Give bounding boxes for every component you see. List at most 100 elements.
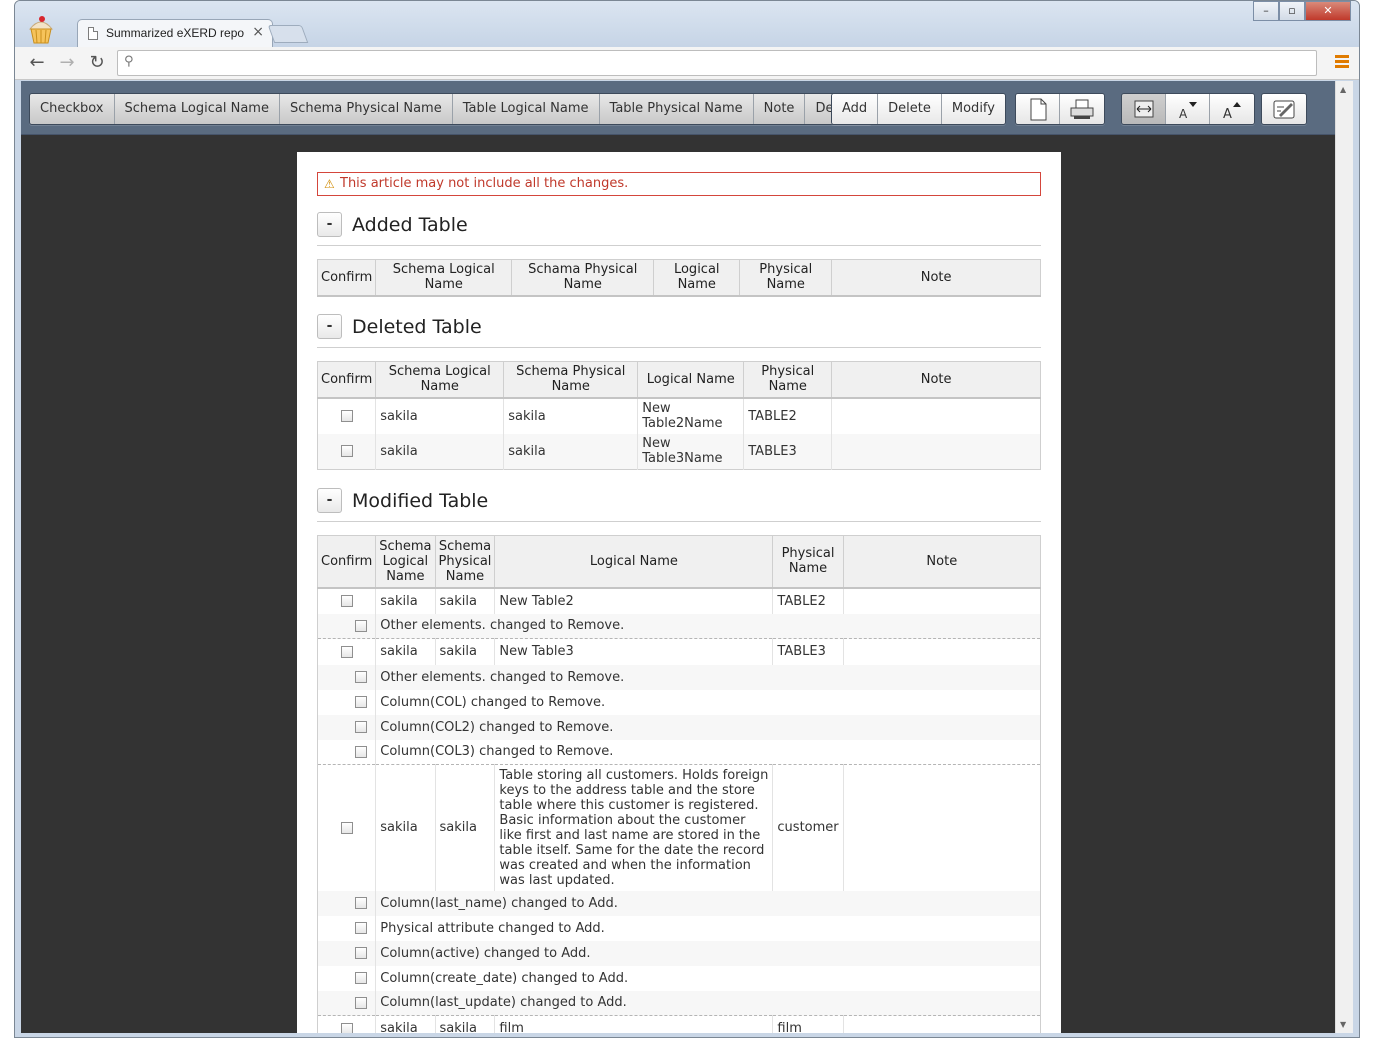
confirm-checkbox[interactable]: [340, 445, 353, 458]
minimize-button[interactable]: –: [1253, 1, 1279, 21]
schema-logical-cell: sakila: [375, 764, 436, 891]
schema-physical-name-button[interactable]: Schema Physical Name: [279, 94, 453, 124]
note-cell: [843, 764, 1041, 891]
note-button[interactable]: Note: [753, 94, 806, 124]
physical-name-cell: TABLE3: [743, 433, 833, 470]
note-cell: [832, 398, 1041, 434]
svg-text:A: A: [1179, 107, 1188, 121]
forward-icon[interactable]: →: [55, 52, 79, 74]
menu-icon[interactable]: [1335, 55, 1349, 69]
physical-name-cell: film: [772, 1015, 844, 1033]
fit-width-button[interactable]: [1122, 94, 1166, 124]
edit-icon: [1273, 100, 1295, 119]
table-logical-name-button[interactable]: Table Logical Name: [452, 94, 600, 124]
change-text: Column(create_date) changed to Add.: [380, 970, 629, 986]
change-text: Physical attribute changed to Add.: [380, 920, 605, 936]
change-text: Column(COL3) changed to Remove.: [380, 744, 614, 760]
tab-active[interactable]: Summarized eXERD repo ×: [77, 19, 273, 47]
tab-close-icon[interactable]: ×: [252, 24, 264, 40]
modified-table-grid: Confirm Schema Logical Name Schema Physi…: [316, 535, 1042, 1033]
font-decrease-button[interactable]: A: [1166, 94, 1210, 124]
font-increase-button[interactable]: A: [1210, 94, 1254, 124]
schema-logical-cell: sakila: [375, 638, 436, 665]
change-row: Physical attribute changed to Add.: [317, 915, 1041, 941]
added-table-title: Added Table: [352, 214, 468, 236]
edit-button[interactable]: [1262, 94, 1306, 124]
change-checkbox[interactable]: [355, 619, 368, 632]
page-viewport: Checkbox Schema Logical Name Schema Phys…: [21, 81, 1335, 1033]
change-row: Other elements. changed to Remove.: [317, 613, 1041, 639]
header-logical-name: Logical Name: [637, 361, 745, 399]
vertical-scrollbar[interactable]: ▲ ▼: [1335, 81, 1353, 1033]
added-table-toggle[interactable]: -: [317, 212, 342, 237]
change-checkbox[interactable]: [355, 897, 368, 909]
deleted-table-title: Deleted Table: [352, 316, 482, 338]
back-icon[interactable]: ←: [25, 52, 49, 74]
change-checkbox[interactable]: [355, 721, 368, 733]
change-text: Column(COL) changed to Remove.: [380, 694, 606, 710]
table-row: sakila sakila New Table2 TABLE2: [317, 587, 1041, 614]
schema-logical-cell: sakila: [375, 1015, 436, 1033]
change-text: Column(active) changed to Add.: [375, 940, 1041, 966]
schema-physical-cell: sakila: [503, 433, 639, 470]
address-input[interactable]: [142, 53, 1302, 73]
change-checkbox[interactable]: [355, 671, 368, 683]
svg-text:A: A: [1223, 107, 1232, 122]
modify-filter-button[interactable]: Modify: [941, 94, 1005, 124]
change-checkbox[interactable]: [355, 972, 368, 984]
schema-logical-name-button[interactable]: Schema Logical Name: [114, 94, 280, 124]
change-text: Other elements. changed to Remove.: [375, 613, 1041, 639]
modified-table-toggle[interactable]: -: [317, 488, 342, 513]
delete-filter-button[interactable]: Delete: [878, 94, 942, 124]
print-button[interactable]: [1060, 94, 1104, 124]
physical-name-cell: customer: [772, 764, 844, 891]
confirm-checkbox[interactable]: [340, 1022, 353, 1033]
change-text: Column(last_update) changed to Add.: [375, 990, 1041, 1016]
new-page-button[interactable]: [1016, 94, 1060, 124]
change-checkbox[interactable]: [355, 996, 368, 1009]
change-checkbox[interactable]: [355, 745, 368, 758]
document-buttons: [1015, 93, 1105, 125]
new-tab-button[interactable]: [267, 25, 309, 43]
note-cell: [843, 638, 1041, 665]
change-row: Column(last_name) changed to Add.: [317, 890, 1041, 916]
header-confirm: Confirm: [316, 535, 377, 589]
address-bar[interactable]: ⚲: [117, 50, 1317, 76]
cupcake-logo-icon: [28, 16, 54, 44]
checkbox-button[interactable]: Checkbox: [30, 94, 115, 124]
browser-window: Summarized eXERD repo × – ▫ ✕ ← → ↻ ⚲ Ch…: [14, 0, 1360, 1038]
confirm-checkbox[interactable]: [340, 595, 353, 607]
added-table-grid: Confirm Schema Logical Name Schama Physi…: [316, 259, 1041, 297]
confirm-checkbox[interactable]: [340, 645, 353, 658]
header-schema-physical-name: Schama Physical Name: [511, 259, 655, 297]
deleted-table-toggle[interactable]: -: [317, 314, 342, 339]
restore-button[interactable]: ▫: [1279, 1, 1305, 21]
scroll-down-icon[interactable]: ▼: [1340, 1020, 1346, 1029]
scroll-up-icon[interactable]: ▲: [1340, 85, 1346, 94]
close-window-button[interactable]: ✕: [1305, 1, 1351, 21]
new-page-icon: [1030, 98, 1047, 121]
change-checkbox[interactable]: [355, 922, 368, 934]
report-toolbar: Checkbox Schema Logical Name Schema Phys…: [21, 81, 1335, 135]
logical-name-cell: Table storing all customers. Holds forei…: [494, 764, 774, 891]
change-row: Column(COL2) changed to Remove.: [317, 714, 1041, 740]
header-schema-logical-name: Schema Logical Name: [375, 535, 436, 589]
confirm-checkbox[interactable]: [340, 410, 353, 422]
logical-name-cell: film: [494, 1015, 774, 1033]
add-filter-button[interactable]: Add: [832, 94, 879, 124]
change-row: Column(last_update) changed to Add.: [317, 990, 1041, 1016]
change-checkbox[interactable]: [355, 947, 368, 959]
modified-table-header: - Modified Table: [317, 488, 1041, 522]
warning-banner: ⚠ This article may not include all the c…: [317, 172, 1041, 196]
logical-name-cell: New Table3: [494, 638, 774, 665]
header-schema-logical-name: Schema Logical Name: [375, 259, 513, 297]
schema-physical-cell: sakila: [435, 1015, 496, 1033]
header-confirm: Confirm: [316, 361, 377, 399]
header-logical-name: Logical Name: [653, 259, 741, 297]
physical-name-cell: TABLE2: [772, 587, 844, 614]
confirm-checkbox[interactable]: [340, 821, 353, 834]
reload-icon[interactable]: ↻: [85, 52, 109, 74]
change-checkbox[interactable]: [355, 696, 368, 708]
table-physical-name-button[interactable]: Table Physical Name: [599, 94, 754, 124]
table-row: sakila sakila New Table2Name TABLE2: [317, 397, 1041, 434]
